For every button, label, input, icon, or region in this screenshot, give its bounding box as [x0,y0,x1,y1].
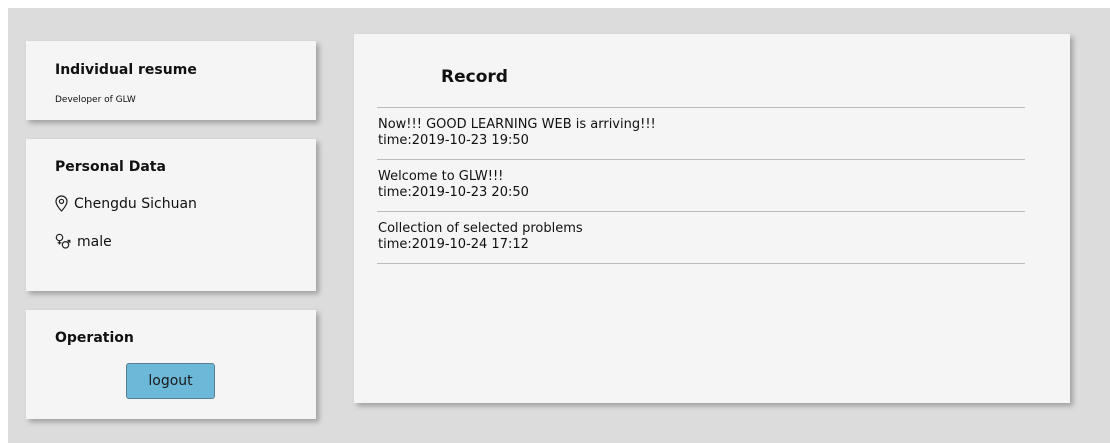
logout-button[interactable]: logout [126,363,215,399]
record-list: Now!!! GOOD LEARNING WEB is arriving!!! … [377,107,1025,264]
record-card: Record Now!!! GOOD LEARNING WEB is arriv… [354,34,1070,403]
operation-card: Operation logout [26,310,316,419]
personal-data-card: Personal Data Chengdu Sichuan male [26,139,316,291]
resume-subtitle: Developer of GLW [55,95,136,105]
record-item[interactable]: Welcome to GLW!!! time:2019-10-23 20:50 [377,160,1025,212]
resume-card: Individual resume Developer of GLW [26,41,316,120]
record-item-time: time:2019-10-23 19:50 [378,133,529,148]
gender-text: male [77,233,112,250]
record-item[interactable]: Collection of selected problems time:201… [377,212,1025,264]
personal-data-title: Personal Data [55,159,166,175]
page-background: Individual resume Developer of GLW Perso… [8,8,1110,443]
gender-row: male [55,233,112,250]
location-pin-icon [55,195,68,212]
resume-title: Individual resume [55,62,197,78]
record-item-text: Welcome to GLW!!! [378,169,504,184]
record-item-text: Collection of selected problems [378,221,583,236]
record-item-time: time:2019-10-23 20:50 [378,185,529,200]
location-row: Chengdu Sichuan [55,195,197,212]
record-title: Record [441,67,508,87]
location-text: Chengdu Sichuan [74,195,197,212]
operation-title: Operation [55,330,134,346]
record-item[interactable]: Now!!! GOOD LEARNING WEB is arriving!!! … [377,108,1025,160]
record-item-time: time:2019-10-24 17:12 [378,237,529,252]
gender-icon [55,233,71,249]
record-item-text: Now!!! GOOD LEARNING WEB is arriving!!! [378,117,656,132]
